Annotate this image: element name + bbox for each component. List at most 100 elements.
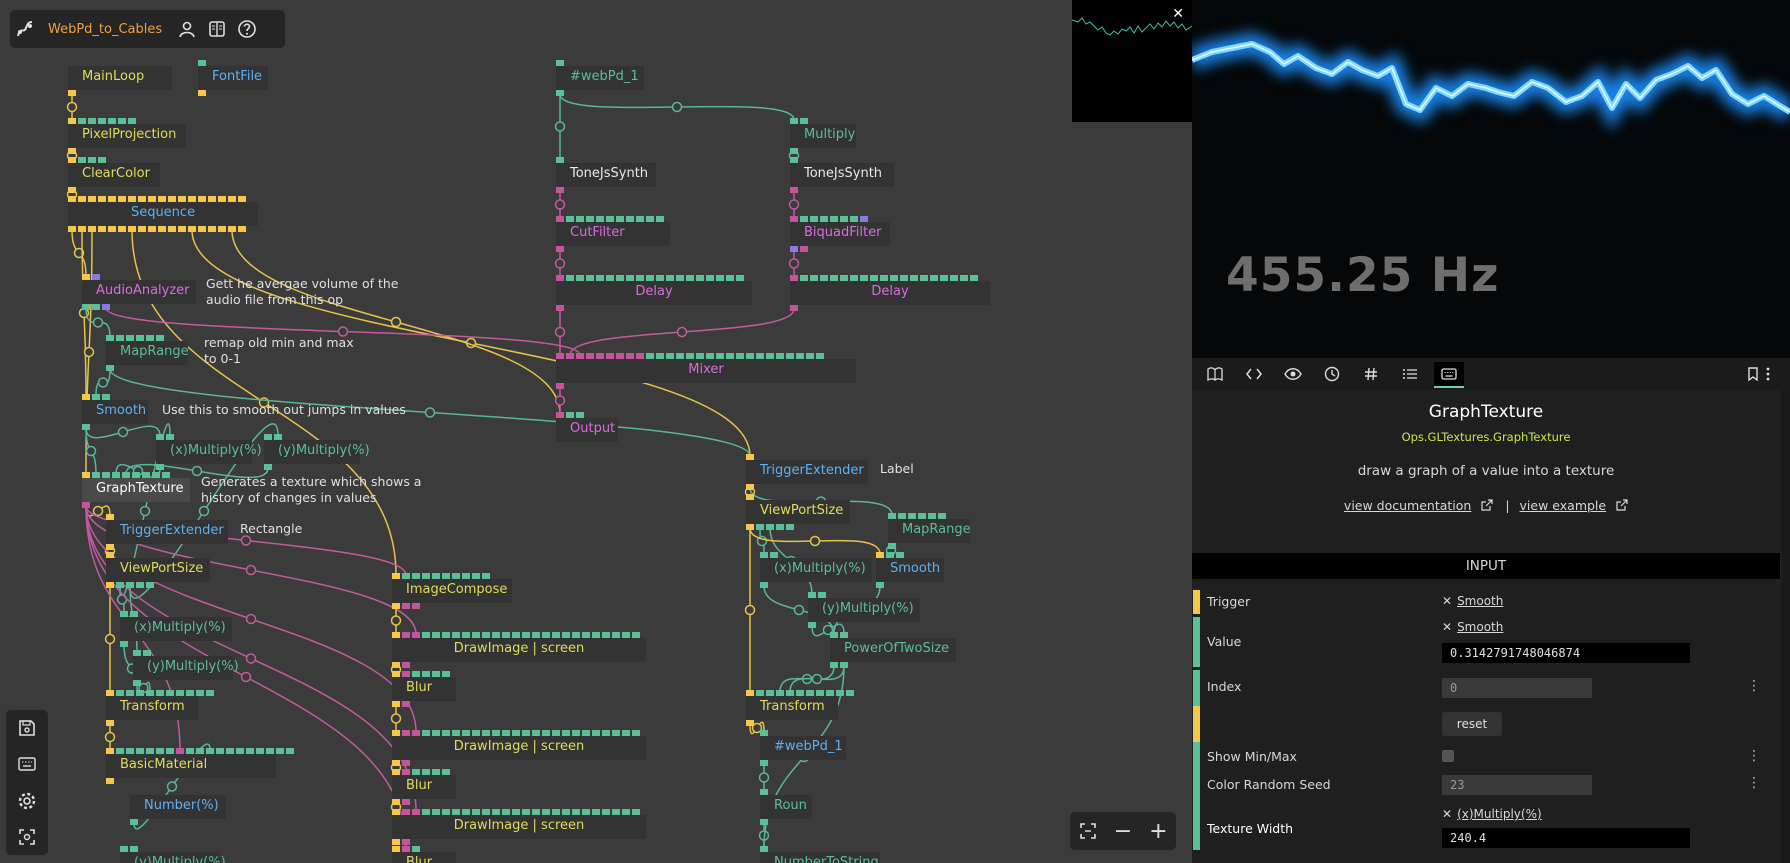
input-port[interactable] [766, 353, 774, 359]
output-port[interactable] [133, 680, 141, 686]
input-port[interactable] [836, 690, 844, 696]
input-port[interactable] [940, 275, 948, 281]
input-port[interactable] [146, 690, 154, 696]
input-port[interactable] [790, 275, 798, 281]
op-smooth2[interactable]: Smooth [876, 552, 944, 588]
cable-handle[interactable] [390, 316, 402, 328]
input-port[interactable] [612, 730, 620, 736]
output-port[interactable] [82, 424, 90, 430]
input-port[interactable] [130, 611, 138, 617]
input-port[interactable] [196, 748, 204, 754]
input-port[interactable] [126, 335, 134, 341]
op-maprange1[interactable]: MapRange [106, 335, 189, 371]
input-port[interactable] [442, 632, 450, 638]
op-blur1[interactable]: Blur [392, 671, 456, 707]
op-drawimage2[interactable]: DrawImage | screen [392, 730, 646, 766]
input-port[interactable] [206, 748, 214, 754]
input-port[interactable] [960, 275, 968, 281]
output-port[interactable] [760, 819, 768, 825]
input-port[interactable] [562, 632, 570, 638]
input-port[interactable] [760, 846, 768, 852]
input-port[interactable] [840, 632, 848, 638]
input-port[interactable] [146, 335, 154, 341]
output-port[interactable] [178, 226, 186, 232]
output-port[interactable] [840, 662, 848, 668]
input-port[interactable] [136, 690, 144, 696]
output-port[interactable] [168, 226, 176, 232]
input-port[interactable] [196, 690, 204, 696]
input-port[interactable] [412, 809, 420, 815]
input-port[interactable] [78, 196, 86, 202]
input-port[interactable] [442, 671, 450, 677]
input-port[interactable] [908, 513, 916, 519]
input-port[interactable] [106, 514, 114, 520]
input-port[interactable] [198, 196, 206, 202]
input-port[interactable] [402, 809, 410, 815]
input-port[interactable] [736, 353, 744, 359]
op-tonejs1[interactable]: ToneJsSynth [556, 157, 656, 193]
input-port[interactable] [102, 472, 110, 478]
input-port[interactable] [576, 275, 584, 281]
output-port[interactable] [106, 582, 114, 588]
cable-handle[interactable] [554, 199, 566, 210]
input-port[interactable] [68, 118, 76, 124]
input-port[interactable] [756, 690, 764, 696]
input-port[interactable] [176, 690, 184, 696]
cable-handle[interactable] [166, 781, 178, 792]
input-port[interactable] [206, 690, 214, 696]
input-port[interactable] [760, 552, 768, 558]
input-port[interactable] [706, 353, 714, 359]
cable-handle[interactable] [85, 445, 97, 457]
input-port[interactable] [556, 157, 564, 163]
input-port[interactable] [716, 275, 724, 281]
input-port[interactable] [616, 353, 624, 359]
input-port[interactable] [592, 632, 600, 638]
cable-handle[interactable] [92, 505, 104, 517]
input-port[interactable] [146, 748, 154, 754]
cable-handle[interactable] [788, 199, 800, 210]
input-port[interactable] [616, 275, 624, 281]
input-port[interactable] [116, 690, 124, 696]
output-port[interactable] [392, 799, 400, 805]
op-multiply[interactable]: Multiply [790, 118, 856, 154]
input-port[interactable] [142, 472, 150, 478]
input-port[interactable] [686, 275, 694, 281]
input-port[interactable] [136, 748, 144, 754]
input-port[interactable] [950, 275, 958, 281]
input-port[interactable] [800, 216, 808, 222]
output-port[interactable] [68, 187, 76, 193]
input-port[interactable] [582, 809, 590, 815]
input-port[interactable] [576, 353, 584, 359]
input-port[interactable] [462, 809, 470, 815]
cable-handle[interactable] [139, 505, 151, 517]
input-port[interactable] [582, 730, 590, 736]
op-transform1[interactable]: Transform [106, 690, 214, 726]
input-port[interactable] [82, 394, 90, 400]
input-port[interactable] [790, 118, 798, 124]
output-port[interactable] [146, 582, 154, 588]
output-port[interactable] [106, 720, 114, 726]
input-port[interactable] [432, 809, 440, 815]
input-port[interactable] [82, 472, 90, 478]
input-port[interactable] [820, 216, 828, 222]
op-maprange2[interactable]: MapRange [888, 513, 971, 549]
value-field[interactable]: 0.3142791748046874 [1442, 643, 1690, 663]
param-link[interactable]: ✕ Smooth [1442, 620, 1503, 634]
input-port[interactable] [152, 472, 160, 478]
input-port[interactable] [850, 275, 858, 281]
input-port[interactable] [128, 118, 136, 124]
input-port[interactable] [756, 353, 764, 359]
input-port[interactable] [422, 671, 430, 677]
op-cutfilter[interactable]: CutFilter [556, 216, 670, 252]
input-port[interactable] [432, 671, 440, 677]
cable-handle[interactable] [793, 604, 805, 616]
fit-icon[interactable] [1073, 816, 1103, 846]
input-port[interactable] [412, 573, 420, 579]
input-port[interactable] [796, 690, 804, 696]
input-port[interactable] [512, 809, 520, 815]
input-port[interactable] [256, 748, 264, 754]
output-port[interactable] [808, 622, 816, 628]
list-icon[interactable] [1395, 362, 1425, 386]
input-port[interactable] [136, 335, 144, 341]
patch-comment[interactable]: remap old min and max to 0-1 [204, 335, 354, 367]
